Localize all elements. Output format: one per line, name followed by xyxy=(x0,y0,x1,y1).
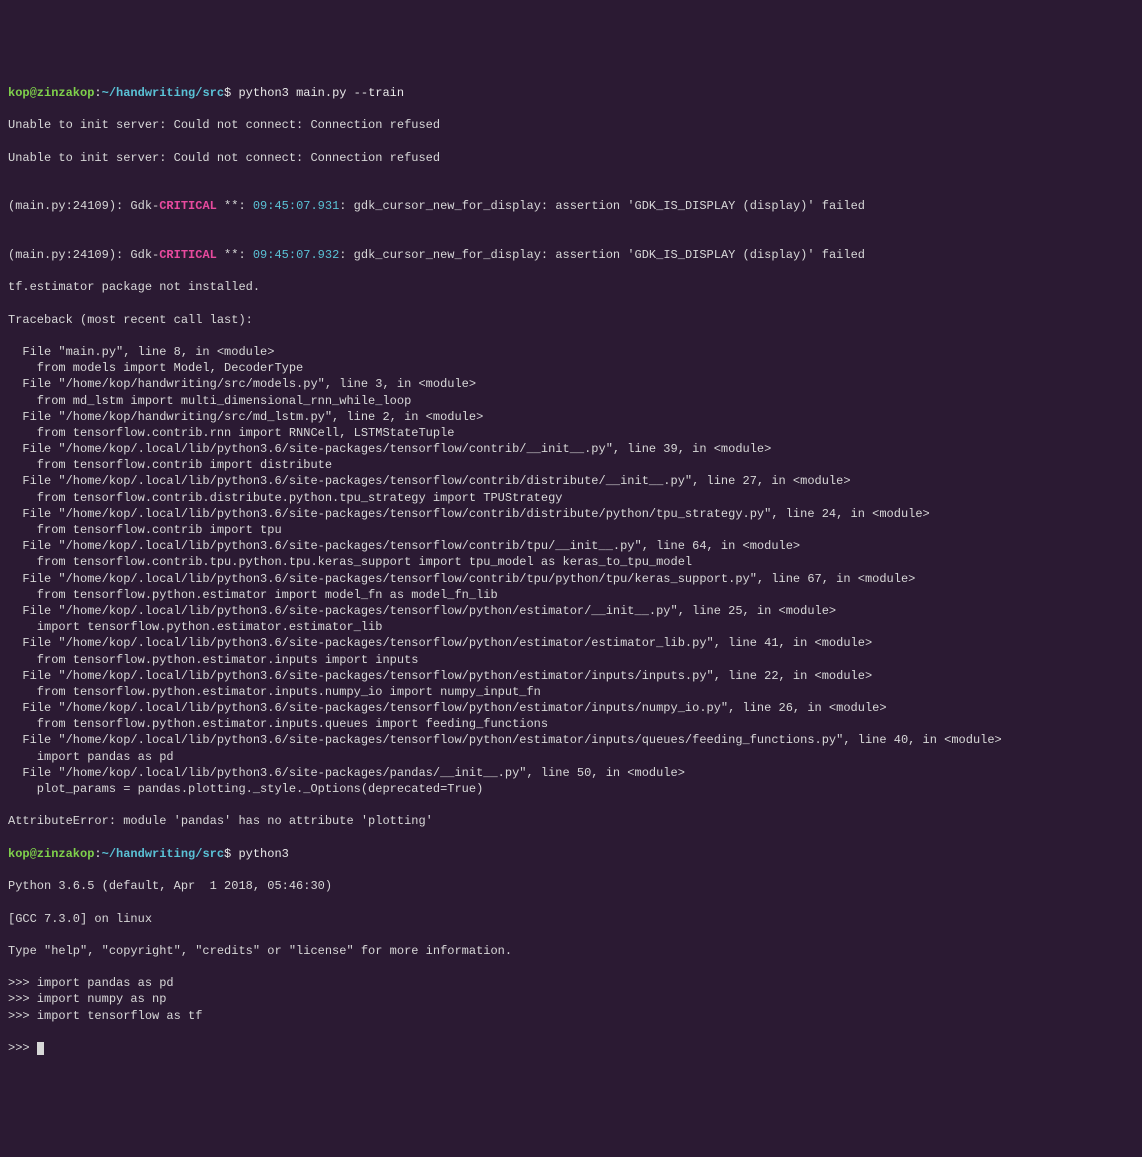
prompt-path: ~/handwriting/src xyxy=(102,86,224,100)
prompt-user: kop@zinzakop xyxy=(8,847,94,861)
traceback-line: File "/home/kop/.local/lib/python3.6/sit… xyxy=(8,603,1134,619)
traceback-line: File "/home/kop/.local/lib/python3.6/sit… xyxy=(8,635,1134,651)
gdk-timestamp: 09:45:07.932 xyxy=(253,248,339,262)
gdk-message: : gdk_cursor_new_for_display: assertion … xyxy=(339,248,865,262)
traceback-line: from tensorflow.contrib.tpu.python.tpu.k… xyxy=(8,554,1134,570)
python-repl-body: >>> import pandas as pd>>> import numpy … xyxy=(8,975,1134,1024)
traceback-line: File "/home/kop/.local/lib/python3.6/sit… xyxy=(8,765,1134,781)
traceback-line: import tensorflow.python.estimator.estim… xyxy=(8,619,1134,635)
traceback-line: File "/home/kop/.local/lib/python3.6/sit… xyxy=(8,571,1134,587)
python-repl-line: >>> import pandas as pd xyxy=(8,975,1134,991)
traceback-line: File "/home/kop/handwriting/src/models.p… xyxy=(8,376,1134,392)
gdk-prefix: (main.py:24109): Gdk- xyxy=(8,248,159,262)
traceback-line: File "/home/kop/.local/lib/python3.6/sit… xyxy=(8,538,1134,554)
prompt-line-1: kop@zinzakop:~/handwriting/src$ python3 … xyxy=(8,85,1134,101)
traceback-line: from models import Model, DecoderType xyxy=(8,360,1134,376)
prompt-sep: : xyxy=(94,86,101,100)
traceback-line: File "/home/kop/handwriting/src/md_lstm.… xyxy=(8,409,1134,425)
terminal-output[interactable]: kop@zinzakop:~/handwriting/src$ python3 … xyxy=(8,69,1134,1073)
gdk-prefix: (main.py:24109): Gdk- xyxy=(8,199,159,213)
gdk-critical-line: (main.py:24109): Gdk-CRITICAL **: 09:45:… xyxy=(8,247,1134,263)
prompt-user: kop@zinzakop xyxy=(8,86,94,100)
python-version: Python 3.6.5 (default, Apr 1 2018, 05:46… xyxy=(8,878,1134,894)
traceback-line: File "/home/kop/.local/lib/python3.6/sit… xyxy=(8,506,1134,522)
tf-estimator-warning: tf.estimator package not installed. xyxy=(8,279,1134,295)
traceback-line: from tensorflow.python.estimator.inputs.… xyxy=(8,684,1134,700)
prompt-sep: : xyxy=(94,847,101,861)
traceback-line: from tensorflow.python.estimator.inputs … xyxy=(8,652,1134,668)
traceback-line: File "/home/kop/.local/lib/python3.6/sit… xyxy=(8,441,1134,457)
stderr-line: Unable to init server: Could not connect… xyxy=(8,150,1134,166)
gdk-critical-label: CRITICAL xyxy=(159,248,217,262)
traceback-line: from md_lstm import multi_dimensional_rn… xyxy=(8,393,1134,409)
python-help: Type "help", "copyright", "credits" or "… xyxy=(8,943,1134,959)
cursor-icon xyxy=(37,1042,44,1055)
repl-prompt-text: >>> xyxy=(8,1041,37,1055)
python-gcc: [GCC 7.3.0] on linux xyxy=(8,911,1134,927)
attribute-error: AttributeError: module 'pandas' has no a… xyxy=(8,813,1134,829)
prompt-dollar: $ xyxy=(224,847,238,861)
gdk-critical-label: CRITICAL xyxy=(159,199,217,213)
traceback-line: from tensorflow.contrib import distribut… xyxy=(8,457,1134,473)
prompt-path: ~/handwriting/src xyxy=(102,847,224,861)
traceback-line: File "/home/kop/.local/lib/python3.6/sit… xyxy=(8,473,1134,489)
stderr-line: Unable to init server: Could not connect… xyxy=(8,117,1134,133)
traceback-header: Traceback (most recent call last): xyxy=(8,312,1134,328)
traceback-line: from tensorflow.contrib.rnn import RNNCe… xyxy=(8,425,1134,441)
traceback-line: from tensorflow.contrib.distribute.pytho… xyxy=(8,490,1134,506)
python-repl-line: >>> import tensorflow as tf xyxy=(8,1008,1134,1024)
traceback-line: from tensorflow.python.estimator.inputs.… xyxy=(8,716,1134,732)
traceback-body: File "main.py", line 8, in <module> from… xyxy=(8,344,1134,797)
traceback-line: File "main.py", line 8, in <module> xyxy=(8,344,1134,360)
traceback-line: from tensorflow.contrib import tpu xyxy=(8,522,1134,538)
gdk-timestamp: 09:45:07.931 xyxy=(253,199,339,213)
gdk-sep: **: xyxy=(217,199,253,213)
gdk-sep: **: xyxy=(217,248,253,262)
python-repl-line: >>> import numpy as np xyxy=(8,991,1134,1007)
command-text: python3 main.py --train xyxy=(238,86,404,100)
python-repl-prompt[interactable]: >>> xyxy=(8,1040,1134,1056)
gdk-critical-line: (main.py:24109): Gdk-CRITICAL **: 09:45:… xyxy=(8,198,1134,214)
traceback-line: from tensorflow.python.estimator import … xyxy=(8,587,1134,603)
traceback-line: plot_params = pandas.plotting._style._Op… xyxy=(8,781,1134,797)
prompt-dollar: $ xyxy=(224,86,238,100)
command-text: python3 xyxy=(238,847,288,861)
traceback-line: File "/home/kop/.local/lib/python3.6/sit… xyxy=(8,700,1134,716)
traceback-line: File "/home/kop/.local/lib/python3.6/sit… xyxy=(8,732,1134,748)
prompt-line-2: kop@zinzakop:~/handwriting/src$ python3 xyxy=(8,846,1134,862)
gdk-message: : gdk_cursor_new_for_display: assertion … xyxy=(339,199,865,213)
traceback-line: File "/home/kop/.local/lib/python3.6/sit… xyxy=(8,668,1134,684)
